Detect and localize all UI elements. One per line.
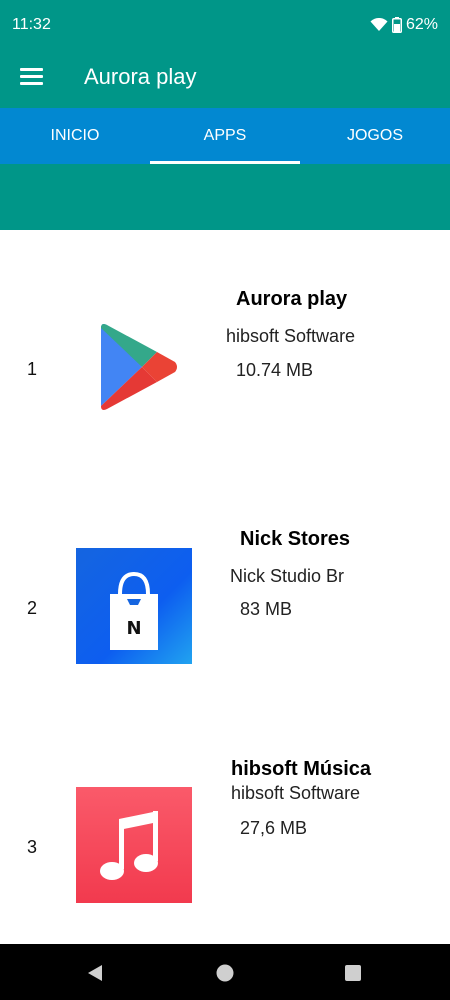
recents-icon[interactable] [342,962,364,984]
battery-percent: 62% [405,16,438,33]
system-nav-bar [0,944,450,1000]
app-list: 1 Aurora play hibsoft Software 10.74 MB … [0,230,450,944]
back-icon[interactable] [84,962,106,984]
app-name: hibsoft Música [231,758,372,780]
status-time: 11:32 [12,16,51,33]
battery-icon [391,17,402,33]
home-icon[interactable] [214,962,236,984]
app-size: 83 MB [240,599,293,619]
music-note-icon [76,787,192,903]
app-name: Aurora play [236,288,348,310]
hamburger-menu-icon[interactable] [20,66,46,92]
tab-jogos[interactable]: JOGOS [300,108,450,164]
svg-text:N: N [126,618,141,639]
tab-inicio[interactable]: INICIO [0,108,150,164]
tab-apps[interactable]: APPS [150,108,300,164]
status-icons: 62% [370,16,438,34]
shopping-bag-icon: N [76,548,192,664]
app-bar: Aurora play [0,50,450,108]
wifi-icon [370,18,388,32]
app-size: 27,6 MB [240,818,308,838]
status-bar: 11:32 62% [0,0,450,50]
app-name: Nick Stores [240,528,351,550]
list-item-aurora-play[interactable]: 1 Aurora play hibsoft Software 10.74 MB [0,270,450,470]
app-developer: hibsoft Software [231,783,361,803]
app-size: 10.74 MB [236,360,314,380]
app-developer: hibsoft Software [226,326,356,346]
app-title: Aurora play [84,64,197,89]
header-banner [0,164,450,230]
rank-number: 1 [27,359,38,379]
app-developer: Nick Studio Br [230,566,345,586]
list-item-hibsoft-musica[interactable]: 3 hibsoft Música hibsoft Software 27,6 M… [0,750,450,950]
rank-number: 2 [27,598,38,618]
list-item-nick-stores[interactable]: 2 N Nick Stores Nick Studio Br 83 MB [0,510,450,710]
play-store-icon [97,322,179,412]
tab-bar: INICIO APPS JOGOS [0,108,450,164]
rank-number: 3 [27,837,38,857]
